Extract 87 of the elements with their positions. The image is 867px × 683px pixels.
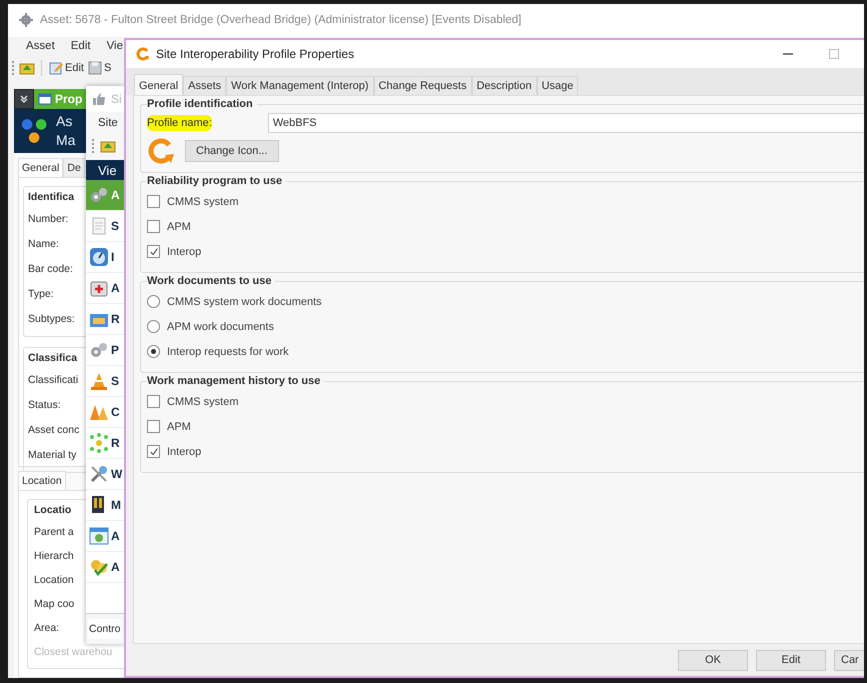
save-button[interactable]: S bbox=[86, 60, 112, 76]
collapse-button[interactable] bbox=[14, 89, 34, 109]
checkbox[interactable] bbox=[147, 445, 160, 458]
maximize-icon bbox=[828, 48, 840, 60]
field-label: Hierarch bbox=[34, 549, 74, 564]
traffic-cone-icon bbox=[89, 371, 109, 391]
group-title: Reliability program to use bbox=[147, 175, 284, 187]
group-title: Classifica bbox=[28, 351, 78, 366]
field-label: Area: bbox=[34, 621, 60, 636]
field-label: Number: bbox=[28, 212, 68, 227]
menu-item[interactable]: Asset bbox=[26, 40, 55, 52]
option-label: Interop bbox=[167, 246, 202, 258]
checkbox[interactable] bbox=[147, 245, 160, 258]
group-title: Work documents to use bbox=[147, 275, 272, 287]
field-label: Bar code: bbox=[28, 262, 73, 277]
dialog-title: Site Interoperability Profile Properties bbox=[156, 47, 354, 61]
group-title: Locatio bbox=[34, 503, 72, 518]
tab[interactable]: Description bbox=[472, 76, 537, 95]
group-title: Work management history to use bbox=[147, 375, 322, 387]
field-label: Status: bbox=[28, 398, 61, 413]
tab[interactable]: General bbox=[134, 74, 184, 95]
field-label: Classificati bbox=[28, 373, 78, 388]
thumbs-up-icon bbox=[91, 91, 107, 107]
window-title: Si bbox=[111, 92, 122, 106]
chevrons-icon bbox=[19, 94, 29, 104]
dialog-button[interactable]: Car bbox=[834, 650, 864, 670]
panel-title: Prop bbox=[55, 92, 82, 106]
option-label: CMMS system work documents bbox=[167, 296, 322, 308]
menu-item[interactable]: Edit bbox=[70, 40, 91, 52]
menu-item[interactable]: Vie bbox=[106, 40, 124, 52]
group-title: Identifica bbox=[28, 190, 74, 205]
nav-item[interactable]: I bbox=[86, 242, 124, 273]
app-logo-icon bbox=[147, 138, 175, 164]
checkbox[interactable] bbox=[147, 420, 160, 433]
profile-name-field[interactable]: WebBFS bbox=[268, 113, 864, 133]
checkbox[interactable] bbox=[147, 195, 160, 208]
field-label: Profile name: bbox=[147, 115, 212, 131]
header-text: Vie bbox=[98, 162, 117, 178]
pencil-icon bbox=[48, 60, 64, 76]
option-label: CMMS system bbox=[167, 396, 238, 408]
field-label: Parent a bbox=[34, 525, 74, 540]
gauge-icon bbox=[89, 247, 109, 267]
edit-button[interactable]: Edit bbox=[48, 60, 84, 76]
field-label: Location bbox=[34, 573, 74, 588]
radio-button[interactable] bbox=[147, 295, 160, 308]
field-label: Subtypes: bbox=[28, 312, 75, 327]
option-label: APM bbox=[167, 220, 191, 232]
window-icon bbox=[38, 92, 52, 106]
option-label: CMMS system bbox=[167, 196, 238, 208]
tab[interactable]: Contro bbox=[88, 619, 121, 639]
coins-icon bbox=[89, 557, 109, 577]
window-title: Asset: 5678 - Fulton Street Bridge (Overhead Bridge) (Administrator license) [Events Disabled] bbox=[40, 14, 522, 26]
field-label: Material ty bbox=[28, 448, 76, 463]
tab[interactable]: Work Management (Interop) bbox=[226, 76, 374, 95]
header-text: Ma bbox=[56, 131, 76, 150]
app-logo-icon bbox=[136, 47, 150, 61]
window-icon bbox=[89, 526, 109, 546]
tab[interactable]: Location bbox=[18, 471, 66, 490]
nav-item[interactable]: A bbox=[86, 521, 124, 552]
dialog-button[interactable]: OK bbox=[678, 650, 748, 670]
checkbox[interactable] bbox=[147, 395, 160, 408]
field-label: Name: bbox=[28, 237, 59, 252]
field-label: Closest warehou bbox=[34, 645, 112, 660]
option-label: Interop bbox=[167, 446, 202, 458]
option-label: Interop requests for work bbox=[167, 346, 289, 358]
checkbox[interactable] bbox=[147, 220, 160, 233]
field-label: Type: bbox=[28, 287, 54, 302]
network-icon bbox=[89, 433, 109, 453]
gear-icon bbox=[18, 12, 34, 28]
header-text: As bbox=[56, 112, 74, 131]
menu-item[interactable]: Site bbox=[98, 117, 118, 129]
radio-button[interactable] bbox=[147, 320, 160, 333]
tab[interactable]: General bbox=[18, 158, 64, 177]
field-label: Asset conc bbox=[28, 423, 80, 438]
tab[interactable]: Usage bbox=[536, 76, 578, 95]
radio-button[interactable] bbox=[147, 345, 160, 358]
change-icon-button[interactable]: Change Icon... bbox=[185, 140, 279, 162]
field-label: Map coo bbox=[34, 597, 74, 612]
tab[interactable]: Assets bbox=[183, 76, 226, 95]
dialog-button[interactable]: Edit bbox=[756, 650, 826, 670]
tab[interactable]: De bbox=[63, 158, 85, 177]
option-label: APM work documents bbox=[167, 320, 274, 332]
tab[interactable]: Change Requests bbox=[374, 76, 472, 95]
nav-item[interactable]: A bbox=[86, 273, 124, 304]
group-title: Profile identification bbox=[147, 98, 254, 110]
option-label: APM bbox=[167, 420, 191, 432]
wrench-icon bbox=[89, 464, 109, 484]
